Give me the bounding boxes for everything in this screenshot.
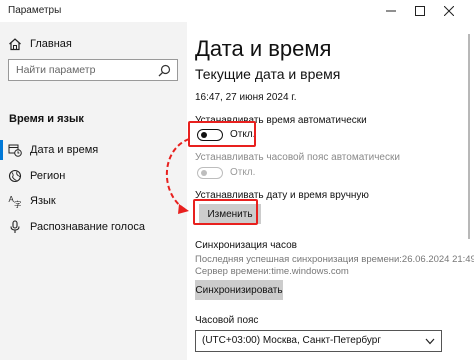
sidebar-item-language[interactable]: A 字 Язык xyxy=(0,188,187,214)
sidebar-item-label: Регион xyxy=(30,170,66,182)
timezone-value: (UTC+03:00) Москва, Санкт-Петербург xyxy=(202,335,381,346)
auto-timezone-state: Откл. xyxy=(230,167,256,178)
settings-window: Параметры Главная Найти параметр Время и… xyxy=(0,0,474,360)
microphone-icon xyxy=(10,220,20,233)
scrollbar[interactable] xyxy=(468,34,470,239)
sidebar-item-label: Язык xyxy=(30,195,56,207)
search-input[interactable]: Найти параметр xyxy=(8,59,178,81)
last-sync-text: Последняя успешная синхронизация времени… xyxy=(195,254,474,265)
sidebar-item-speech[interactable]: Распознавание голоса xyxy=(0,214,187,240)
chevron-down-icon xyxy=(425,338,435,345)
title-bar: Параметры xyxy=(0,0,474,22)
sidebar-item-region[interactable]: Регион xyxy=(0,163,187,189)
main-content: Дата и время Текущие дата и время 16:47,… xyxy=(187,22,474,360)
close-icon xyxy=(444,6,454,16)
maximize-button[interactable] xyxy=(405,0,435,22)
search-icon xyxy=(158,64,171,77)
timezone-select[interactable]: (UTC+03:00) Москва, Санкт-Петербург xyxy=(195,330,442,352)
timezone-heading: Часовой пояс xyxy=(195,315,259,326)
sidebar-item-label: Распознавание голоса xyxy=(30,221,145,233)
svg-text:字: 字 xyxy=(14,199,22,208)
globe-icon xyxy=(8,169,22,183)
calendar-clock-icon xyxy=(8,144,22,157)
page-title: Дата и время xyxy=(195,36,332,61)
minimize-button[interactable] xyxy=(376,0,406,22)
language-icon: A 字 xyxy=(9,195,22,208)
sidebar-item-label: Главная xyxy=(30,38,72,50)
sync-heading: Синхронизация часов xyxy=(195,240,297,251)
highlight-auto-time-toggle xyxy=(188,121,256,147)
current-datetime: 16:47, 27 июня 2024 г. xyxy=(195,92,297,103)
highlight-change-button xyxy=(193,199,258,225)
search-placeholder: Найти параметр xyxy=(16,64,96,76)
auto-timezone-toggle[interactable] xyxy=(197,167,223,179)
close-button[interactable] xyxy=(434,0,464,22)
home-icon xyxy=(9,38,21,51)
toggle-knob xyxy=(201,169,207,176)
window-title: Параметры xyxy=(8,5,62,16)
sidebar-item-label: Дата и время xyxy=(30,144,99,156)
sidebar-section-title: Время и язык xyxy=(9,113,84,125)
section-heading-current: Текущие дата и время xyxy=(195,66,341,82)
auto-timezone-label: Устанавливать часовой пояс автоматически xyxy=(195,152,400,163)
active-indicator xyxy=(0,140,3,160)
sync-button[interactable]: Синхронизировать xyxy=(195,280,283,300)
sidebar-item-date-time[interactable]: Дата и время xyxy=(0,137,187,163)
maximize-icon xyxy=(415,6,425,16)
minimize-icon xyxy=(386,10,396,12)
sidebar: Главная Найти параметр Время и язык Дата… xyxy=(0,22,187,360)
time-server-text: Сервер времени:time.windows.com xyxy=(195,266,349,277)
sidebar-item-home[interactable]: Главная xyxy=(0,31,187,57)
